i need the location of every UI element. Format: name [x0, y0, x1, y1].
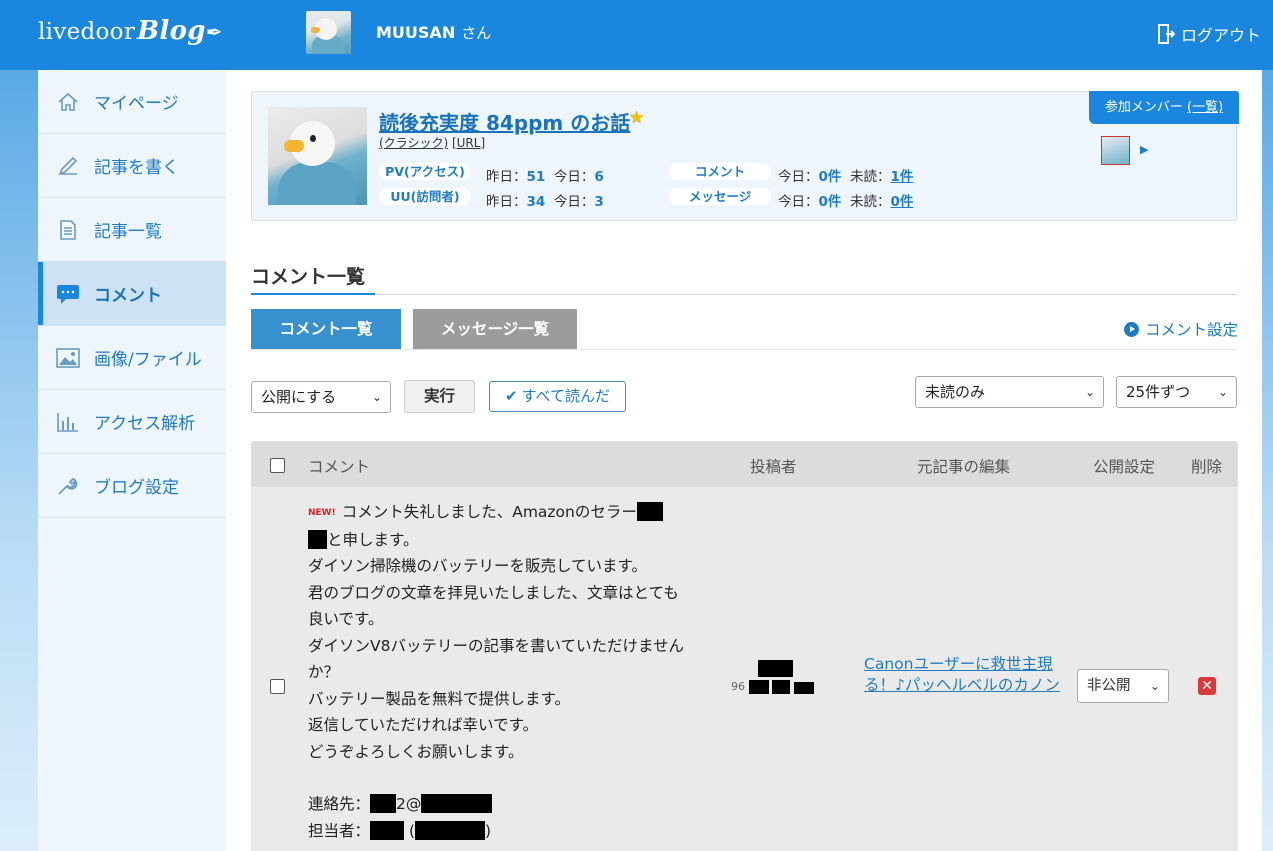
divider — [251, 349, 1237, 350]
top-header: livedoorBlog✒ MUUSAN さん ログアウト — [0, 0, 1273, 70]
pv-label: PV(アクセス) — [379, 163, 471, 180]
message-count-label: メッセージ — [669, 188, 771, 205]
column-header-comment: コメント — [308, 458, 371, 476]
divider — [251, 294, 1237, 295]
star-icon: ★ — [629, 108, 645, 128]
filter-select[interactable]: 未読のみ ⌄ — [915, 376, 1104, 408]
play-circle-icon — [1123, 321, 1139, 337]
background-gradient-left — [0, 70, 38, 851]
column-header-delete: 削除 — [1191, 458, 1223, 476]
home-icon — [56, 90, 80, 114]
sidebar-item-images[interactable]: 画像/ファイル — [38, 326, 226, 390]
quill-icon: ✒ — [205, 20, 223, 44]
sidebar: マイページ 記事を書く 記事一覧 コメント 画像/ファイル アクセス解析 ブログ… — [38, 70, 226, 851]
message-stats: 今日：0件 未読：0件 — [778, 194, 914, 210]
url-link[interactable]: [URL] — [452, 136, 485, 150]
background-gradient-right — [1262, 70, 1273, 851]
member-button[interactable]: 参加メンバー (一覧) — [1089, 91, 1239, 124]
unread-messages-link[interactable]: 0件 — [891, 194, 914, 210]
redaction-block — [636, 502, 663, 521]
uu-label: UU(訪問者) — [379, 188, 471, 205]
logout-icon — [1157, 24, 1175, 44]
sidebar-item-write[interactable]: 記事を書く — [38, 134, 226, 198]
redaction-block — [421, 794, 493, 813]
bulk-action-select[interactable]: 公開にする ⌄ — [251, 381, 391, 413]
livedoor-blog-logo[interactable]: livedoorBlog✒ — [38, 16, 223, 46]
original-article-link[interactable]: Canonユーザーに救世主現る！♪パッヘルベルのカノン — [864, 654, 1069, 696]
unread-comments-link[interactable]: 1件 — [891, 169, 914, 185]
blog-thumbnail[interactable] — [268, 107, 367, 205]
username: MUUSAN さん — [376, 23, 492, 42]
wrench-icon — [56, 474, 80, 498]
check-icon: ✔ — [505, 387, 518, 405]
redaction-block — [758, 660, 793, 677]
select-all-checkbox[interactable] — [270, 458, 285, 473]
tab-message-list[interactable]: メッセージ一覧 — [413, 309, 577, 349]
sidebar-item-mypage[interactable]: マイページ — [38, 70, 226, 134]
new-badge: NEW! — [308, 508, 336, 518]
logout-button[interactable]: ログアウト — [1157, 22, 1261, 46]
poster-info: 96 — [731, 660, 814, 694]
per-page-select[interactable]: 25件ずつ ⌄ — [1116, 376, 1237, 408]
comment-body: NEW! コメント失礼しました、Amazonのセラー と申します。 ダイソン掃除機… — [308, 502, 685, 840]
bar-chart-icon — [56, 410, 80, 434]
column-header-poster: 投稿者 — [750, 458, 797, 476]
sidebar-item-blog-settings[interactable]: ブログ設定 — [38, 454, 226, 518]
page-title: コメント一覧 — [251, 266, 366, 288]
member-avatar[interactable] — [1101, 136, 1130, 165]
image-icon — [56, 346, 80, 370]
blog-summary-card: 読後充実度 84ppm のお話 ★ (クラシック) [URL] PV(アクセス)… — [251, 91, 1239, 221]
chevron-down-icon: ⌄ — [371, 390, 382, 404]
title-accent — [251, 293, 375, 295]
blog-links: (クラシック) [URL] — [379, 134, 485, 151]
uu-stats: 昨日：34 今日：3 — [486, 194, 604, 210]
row-checkbox[interactable] — [270, 679, 285, 694]
comment-settings-link[interactable]: コメント設定 — [1123, 318, 1238, 340]
pencil-icon — [56, 154, 80, 178]
table-row: NEW! コメント失礼しました、Amazonのセラー と申します。 ダイソン掃除機… — [251, 487, 1238, 851]
comment-count-label: コメント — [669, 163, 771, 180]
tab-comment-list[interactable]: コメント一覧 — [251, 309, 401, 349]
member-list-link[interactable]: (一覧) — [1187, 100, 1223, 115]
mark-all-read-button[interactable]: ✔ すべて読んだ — [489, 381, 626, 412]
user-avatar[interactable] — [306, 11, 351, 54]
comment-icon — [56, 282, 80, 306]
sidebar-item-articles[interactable]: 記事一覧 — [38, 198, 226, 262]
pv-stats: 昨日：51 今日：6 — [486, 169, 604, 185]
redaction-block — [370, 820, 405, 840]
redaction-block — [370, 794, 397, 813]
table-header: コメント 投稿者 元記事の編集 公開設定 削除 — [251, 441, 1238, 487]
document-list-icon — [56, 218, 80, 242]
chevron-down-icon: ⌄ — [1217, 385, 1228, 399]
column-header-visibility: 公開設定 — [1093, 458, 1156, 476]
triangle-right-icon[interactable]: ▶ — [1140, 143, 1148, 156]
sidebar-item-comments[interactable]: コメント — [38, 262, 226, 326]
redaction-block — [415, 820, 485, 840]
classic-link[interactable]: (クラシック) — [379, 136, 448, 150]
main-content: 読後充実度 84ppm のお話 ★ (クラシック) [URL] PV(アクセス)… — [226, 70, 1262, 851]
column-header-article: 元記事の編集 — [917, 458, 1011, 476]
chevron-down-icon: ⌄ — [1084, 385, 1095, 399]
visibility-select[interactable]: 非公開 ⌄ — [1077, 669, 1169, 703]
comment-table: コメント 投稿者 元記事の編集 公開設定 削除 NEW! コメント失礼しました、A… — [251, 441, 1238, 851]
blog-title-link[interactable]: 読後充実度 84ppm のお話 — [379, 107, 630, 136]
run-button[interactable]: 実行 — [404, 380, 475, 413]
comment-stats: 今日：0件 未読：1件 — [778, 169, 914, 185]
redaction-block — [308, 529, 327, 549]
chevron-down-icon: ⌄ — [1149, 679, 1160, 693]
sidebar-item-analytics[interactable]: アクセス解析 — [38, 390, 226, 454]
delete-icon[interactable]: ✕ — [1198, 677, 1216, 695]
